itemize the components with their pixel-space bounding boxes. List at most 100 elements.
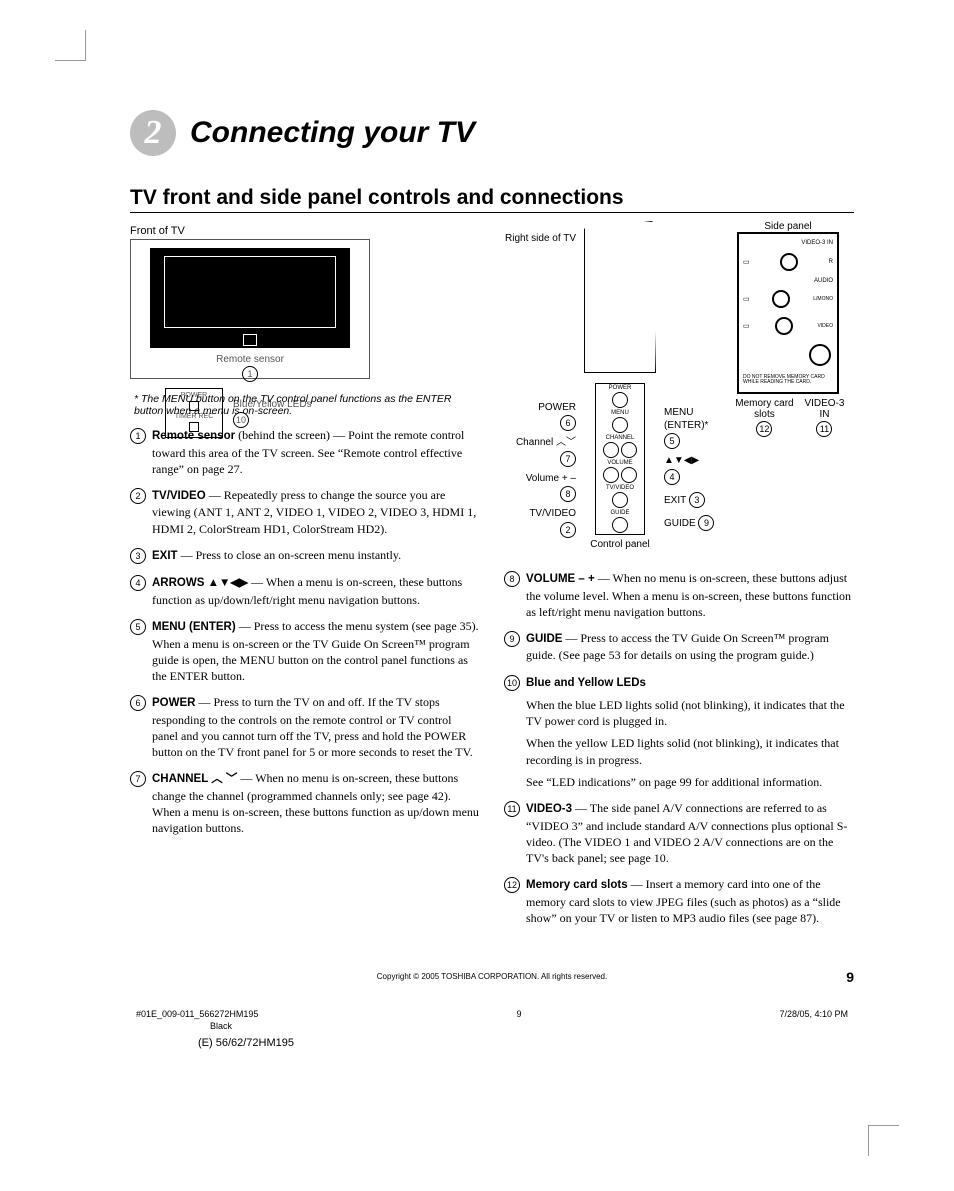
right-side-diagram: Right side of TV POWER6 Channel ︿﹀7 Volu…	[504, 221, 854, 550]
page-body: 2 Connecting your TV TV front and side p…	[0, 0, 954, 1109]
arrows-n: 4	[664, 469, 680, 485]
definition-item: 11 VIDEO-3 — The side panel A/V connectio…	[504, 800, 854, 866]
item-paragraph: See “LED indications” on page 99 for add…	[526, 774, 854, 790]
audio-label: AUDIO	[743, 278, 833, 284]
menu-button-icon	[612, 417, 628, 433]
footer-file-page: 9	[516, 1009, 521, 1019]
tvvideo-callout: TV/VIDEO	[529, 508, 576, 519]
tv-screen-shape	[150, 248, 350, 348]
front-of-tv-diagram: Remote sensor 1 POWER TIMER REC Blue/Yel…	[130, 239, 370, 379]
power-n: 6	[560, 415, 576, 431]
channel-callout: Channel	[516, 437, 553, 448]
chapter-title: Connecting your TV	[190, 116, 475, 150]
video3-in-label: VIDEO-3 IN	[743, 240, 833, 246]
item-body: ARROWS ▲▼◀▶ — When a menu is on-screen, …	[152, 574, 480, 608]
item-number: 3	[130, 548, 146, 564]
item-body: EXIT — Press to close an on-screen menu …	[152, 547, 480, 565]
menu-callout: MENU	[664, 407, 693, 418]
chapter-header: 2 Connecting your TV	[130, 110, 854, 156]
guide-button-icon	[612, 517, 628, 533]
two-column-layout: Front of TV Remote sensor 1 POWER TIMER …	[130, 221, 854, 936]
menu-n: 5	[664, 433, 680, 449]
right-side-label: Right side of TV	[504, 233, 576, 246]
crop-mark-br	[868, 1125, 899, 1156]
vol-up-icon	[621, 467, 637, 483]
definition-item: 9 GUIDE — Press to access the TV Guide On…	[504, 630, 854, 664]
r-label: R	[829, 259, 833, 265]
exit-n: 3	[689, 492, 705, 508]
item-number: 10	[504, 675, 520, 691]
item-body: MENU (ENTER) — Press to access the menu …	[152, 618, 480, 684]
item-body: POWER — Press to turn the TV on and off.…	[152, 694, 480, 760]
definitions-left: 1 Remote sensor (behind the screen) — Poi…	[130, 427, 480, 836]
exit-callout: EXIT	[664, 495, 686, 506]
item-body: TV/VIDEO — Repeatedly press to change th…	[152, 487, 480, 537]
remote-sensor-icon	[243, 334, 257, 346]
definitions-right: 8 VOLUME – + — When no menu is on-screen,…	[504, 570, 854, 926]
definition-item: 12 Memory card slots — Insert a memory ca…	[504, 876, 854, 926]
side-panel-box: VIDEO-3 IN ▭R AUDIO ▭L/MONO ▭VIDEO DO NO…	[737, 232, 839, 394]
item-number: 2	[130, 488, 146, 504]
side-panel-label: Side panel	[764, 221, 811, 232]
item-body: Remote sensor (behind the screen) — Poin…	[152, 427, 480, 477]
tv-side-control-stack: POWER MENU CHANNEL VOLUME TV/VIDEO GUIDE…	[584, 221, 656, 550]
enter-star: (ENTER)*	[664, 420, 708, 431]
channel-n: 7	[560, 451, 576, 467]
item-paragraph: When the blue LED lights solid (not blin…	[526, 697, 854, 729]
item-body: VIDEO-3 — The side panel A/V connections…	[526, 800, 854, 866]
item-paragraph: When the yellow LED lights solid (not bl…	[526, 735, 854, 767]
item-number: 4	[130, 575, 146, 591]
footer-model: (E) 56/62/72HM195	[198, 1037, 854, 1049]
arrows-callout: ▲▼◀▶	[664, 455, 699, 466]
svideo-jack-icon	[809, 344, 831, 366]
item-number: 11	[504, 801, 520, 817]
power-button-icon	[612, 392, 628, 408]
footer-meta: #01E_009-011_566272HM195 9 7/28/05, 4:10…	[130, 1009, 854, 1019]
item-body: GUIDE — Press to access the TV Guide On …	[526, 630, 854, 664]
callouts-mid-stack: MENU (ENTER)* 5 ▲▼◀▶ 4 EXIT 3 GUIDE 9	[664, 221, 720, 550]
item-body: Blue and Yellow LEDsWhen the blue LED li…	[526, 674, 854, 790]
r-jack-icon	[780, 253, 798, 271]
left-column: Front of TV Remote sensor 1 POWER TIMER …	[130, 221, 480, 936]
item-body: VOLUME – + — When no menu is on-screen, …	[526, 570, 854, 620]
tvvideo-button-icon	[612, 492, 628, 508]
item-number: 6	[130, 695, 146, 711]
video-label: VIDEO	[817, 323, 833, 329]
footer-black: Black	[210, 1021, 854, 1031]
item-number: 7	[130, 771, 146, 787]
definition-item: 5 MENU (ENTER) — Press to access the menu…	[130, 618, 480, 684]
guide-callout: GUIDE	[664, 518, 696, 529]
item-number: 5	[130, 619, 146, 635]
definition-item: 4 ARROWS ▲▼◀▶ — When a menu is on-screen,…	[130, 574, 480, 608]
ch-dn-icon	[621, 442, 637, 458]
volume-n: 8	[560, 486, 576, 502]
item-body: CHANNEL ︿ ﹀ — When no menu is on-screen,…	[152, 770, 480, 836]
item-number: 9	[504, 631, 520, 647]
control-panel-box: POWER MENU CHANNEL VOLUME TV/VIDEO GUIDE	[595, 383, 645, 535]
definition-item: 3 EXIT — Press to close an on-screen menu…	[130, 547, 480, 565]
callouts-left-stack: Right side of TV POWER6 Channel ︿﹀7 Volu…	[504, 221, 576, 550]
ch-up-icon	[603, 442, 619, 458]
definition-item: 6 POWER — Press to turn the TV on and off…	[130, 694, 480, 760]
video-jack-icon	[775, 317, 793, 335]
footer-date: 7/28/05, 4:10 PM	[779, 1009, 848, 1019]
footer-file: #01E_009-011_566272HM195	[136, 1009, 258, 1019]
remote-sensor-callout: Remote sensor	[216, 354, 284, 365]
volume-callout: Volume + –	[526, 473, 576, 484]
control-panel-label: Control panel	[590, 539, 649, 550]
item-number: 1	[130, 428, 146, 444]
item-body: Memory card slots — Insert a memory card…	[526, 876, 854, 926]
vol-dn-icon	[603, 467, 619, 483]
memcard-n: 12	[756, 421, 772, 437]
definition-item: 2 TV/VIDEO — Repeatedly press to change t…	[130, 487, 480, 537]
video3-callout: VIDEO-3 IN	[804, 398, 844, 420]
tv-side-outline	[584, 221, 656, 373]
section-title: TV front and side panel controls and con…	[130, 186, 854, 213]
definition-item: 7 CHANNEL ︿ ﹀ — When no menu is on-screen…	[130, 770, 480, 836]
definition-item: 10 Blue and Yellow LEDsWhen the blue LED …	[504, 674, 854, 790]
guide-n: 9	[698, 515, 714, 531]
item-number: 12	[504, 877, 520, 893]
definition-item: 8 VOLUME – + — When no menu is on-screen,…	[504, 570, 854, 620]
right-column: Right side of TV POWER6 Channel ︿﹀7 Volu…	[504, 221, 854, 936]
item-number: 8	[504, 571, 520, 587]
